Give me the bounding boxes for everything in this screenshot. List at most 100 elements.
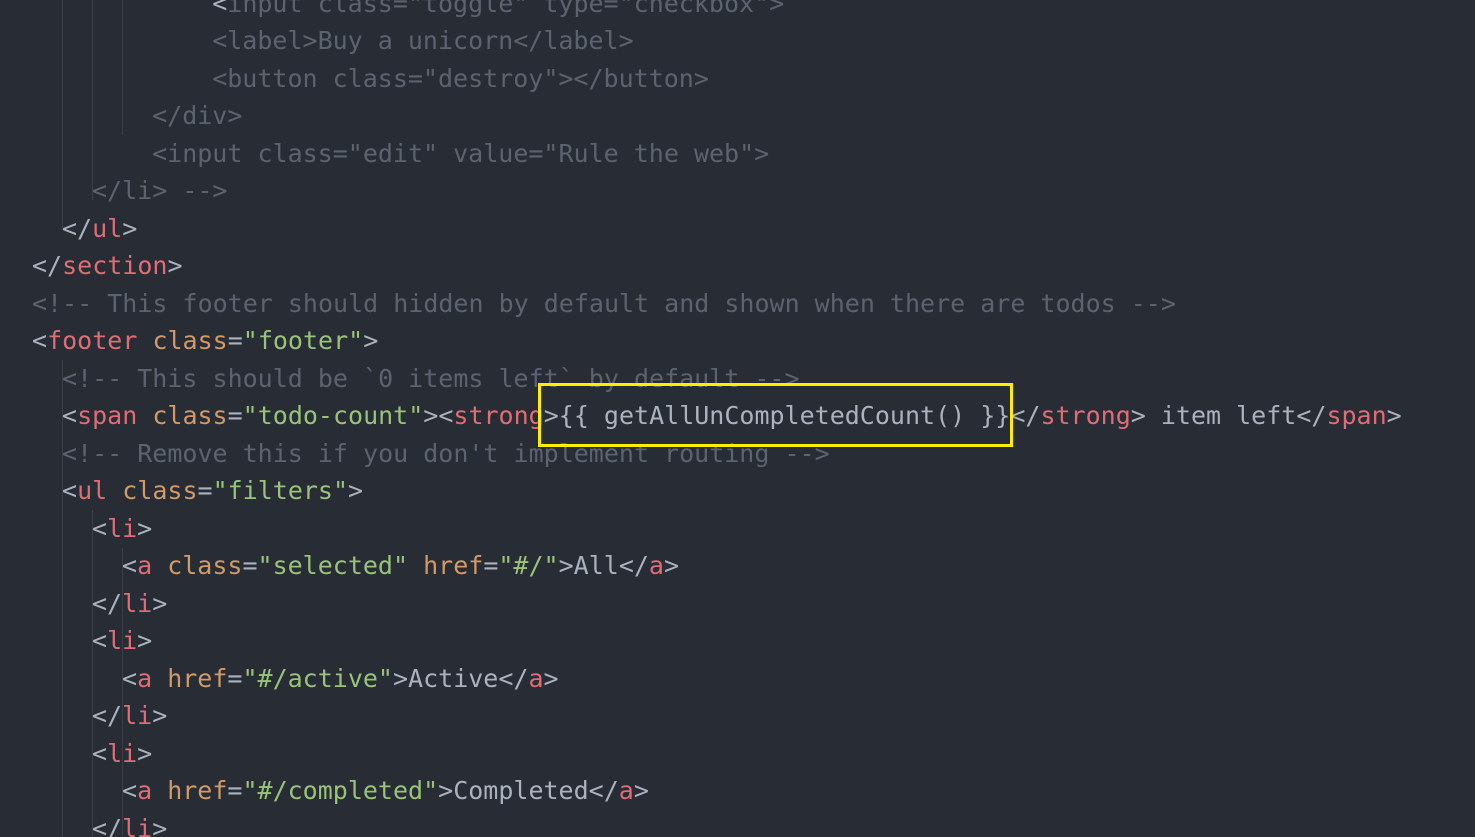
code-line[interactable]: <li>: [92, 735, 152, 773]
token-attr: class: [152, 401, 228, 430]
token-punct: >: [152, 589, 168, 618]
token-punct: >: [152, 701, 168, 730]
token-punct: <: [122, 664, 138, 693]
token-attr: href: [167, 664, 228, 693]
token-tag: li: [122, 814, 153, 837]
indent-guide: [92, 510, 93, 837]
token-punct: [152, 664, 167, 693]
code-line[interactable]: <li>: [92, 622, 152, 660]
token-tag: li: [122, 589, 153, 618]
token-punct: =: [483, 551, 499, 580]
token-punct: =: [227, 326, 243, 355]
code-line[interactable]: <button class="destroy"></button>: [152, 60, 709, 98]
token-str: "todo-count": [242, 401, 424, 430]
token-tag: footer: [47, 326, 138, 355]
token-punct: </: [1296, 401, 1327, 430]
token-str: "filters": [212, 476, 349, 505]
token-tag: ul: [77, 476, 108, 505]
code-line[interactable]: </ul>: [62, 210, 137, 248]
token-punct: </: [1010, 401, 1041, 430]
token-punct: </: [92, 589, 123, 618]
token-punct: >: [633, 776, 649, 805]
code-line[interactable]: </li>: [92, 585, 167, 623]
token-tag: ul: [92, 214, 123, 243]
token-tag: li: [107, 739, 138, 768]
token-tag: li: [122, 701, 153, 730]
token-punct: [137, 326, 152, 355]
token-punct: >: [167, 251, 183, 280]
token-punct: </: [588, 776, 619, 805]
token-punct: <: [62, 476, 78, 505]
token-attr: class: [152, 326, 228, 355]
token-punct: <: [152, 0, 228, 18]
token-str: "#/completed": [242, 776, 439, 805]
code-line[interactable]: <input class="toggle" type="checkbox">: [152, 0, 784, 23]
code-line[interactable]: <!-- This footer should hidden by defaul…: [32, 285, 1176, 323]
token-attr: href: [167, 776, 228, 805]
token-tag: a: [137, 551, 153, 580]
token-tag: a: [648, 551, 664, 580]
token-punct: =: [227, 401, 243, 430]
indent-guide: [62, 0, 63, 230]
code-line[interactable]: </li>: [92, 697, 167, 735]
token-punct: <: [92, 514, 108, 543]
token-punct: </: [618, 551, 649, 580]
token-text: All: [573, 551, 619, 580]
token-punct: <: [122, 776, 138, 805]
token-text: item left: [1145, 401, 1297, 430]
token-punct: <: [122, 551, 138, 580]
code-line[interactable]: <a href="#/active">Active</a>: [122, 660, 559, 698]
token-tag: a: [137, 664, 153, 693]
token-punct: <: [92, 739, 108, 768]
token-punct: [152, 551, 167, 580]
token-punct: >: [1130, 401, 1146, 430]
token-punct: [137, 401, 152, 430]
code-line[interactable]: </li>: [92, 810, 167, 837]
token-text: Active: [408, 664, 499, 693]
token-punct: <: [62, 401, 78, 430]
token-punct: >: [137, 739, 153, 768]
token-punct: </: [32, 251, 63, 280]
code-line[interactable]: </div>: [122, 97, 242, 135]
token-tag: strong: [453, 401, 544, 430]
token-punct: >: [392, 664, 409, 693]
token-punct: >: [438, 776, 454, 805]
token-tag: a: [137, 776, 153, 805]
code-editor[interactable]: <input class="toggle" type="checkbox"> <…: [0, 0, 1475, 837]
highlight-box: [538, 383, 1013, 447]
token-attr: href: [423, 551, 484, 580]
token-punct: =: [197, 476, 213, 505]
token-attr: class: [167, 551, 243, 580]
token-punct: >: [663, 551, 680, 580]
token-comment: </li> -->: [92, 176, 228, 205]
token-tag: a: [528, 664, 544, 693]
token-tag: a: [618, 776, 634, 805]
token-comment: input class="toggle" type="checkbox">: [227, 0, 785, 18]
token-str: "#/": [498, 551, 559, 580]
code-line[interactable]: <a href="#/completed">Completed</a>: [122, 772, 649, 810]
token-punct: >: [363, 326, 379, 355]
code-line[interactable]: </section>: [32, 247, 183, 285]
token-comment: <label>Buy a unicorn</label>: [152, 26, 634, 55]
code-line[interactable]: <input class="edit" value="Rule the web"…: [122, 135, 769, 173]
token-punct: =: [242, 551, 258, 580]
token-punct: =: [227, 776, 243, 805]
token-punct: <: [32, 326, 48, 355]
token-tag: span: [77, 401, 138, 430]
code-line[interactable]: </li> -->: [92, 172, 227, 210]
code-line[interactable]: <footer class="footer">: [32, 322, 378, 360]
code-line[interactable]: <ul class="filters">: [62, 472, 363, 510]
token-punct: ><: [423, 401, 454, 430]
token-punct: >: [543, 664, 559, 693]
code-line[interactable]: <a class="selected" href="#/">All</a>: [122, 547, 679, 585]
token-comment: <input class="edit" value="Rule the web"…: [122, 139, 770, 168]
token-punct: </: [498, 664, 529, 693]
token-punct: >: [348, 476, 364, 505]
token-punct: </: [92, 814, 123, 837]
indent-guide: [92, 0, 93, 200]
code-line[interactable]: <li>: [92, 510, 152, 548]
token-comment: </div>: [122, 101, 243, 130]
token-punct: >: [122, 214, 138, 243]
code-line[interactable]: <label>Buy a unicorn</label>: [152, 22, 634, 60]
token-punct: [408, 551, 423, 580]
